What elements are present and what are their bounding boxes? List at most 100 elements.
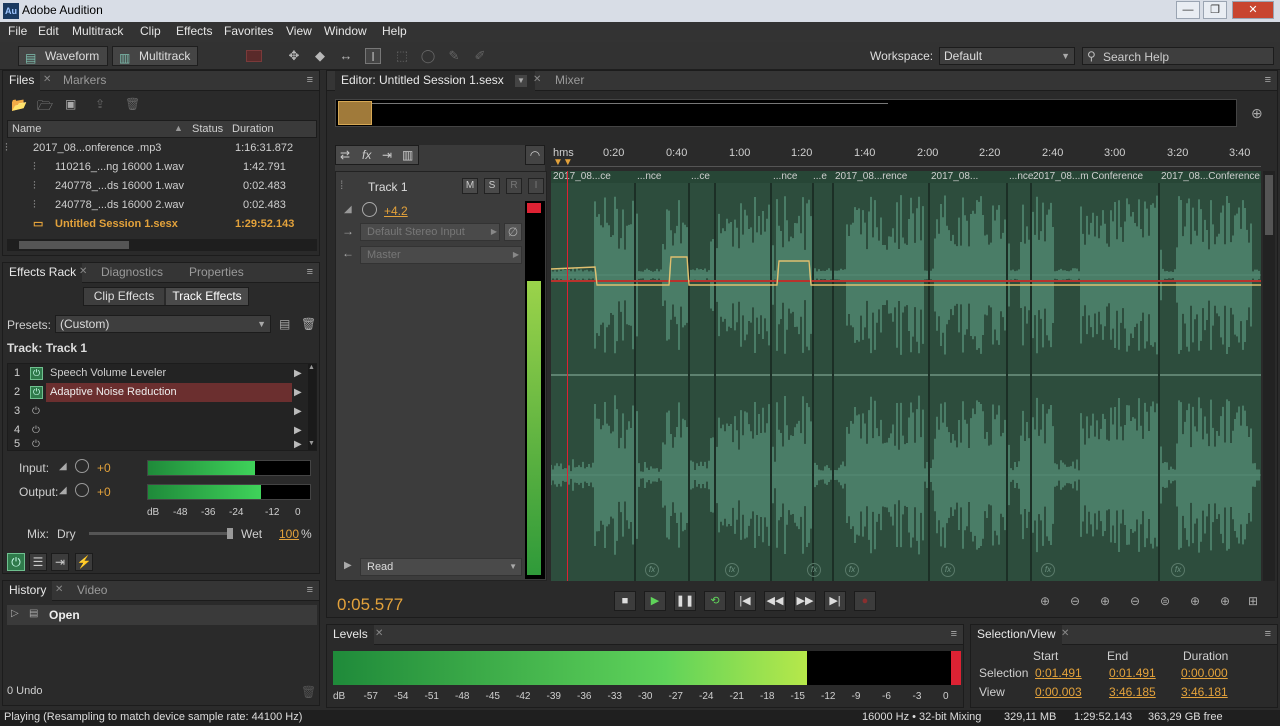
file-row[interactable]: ⫶ 240778_...ds 16000 2.wav 0:02.483	[33, 196, 317, 215]
solo-button[interactable]: S	[484, 178, 500, 194]
brush-tool-icon[interactable]: ✎	[446, 48, 462, 64]
clip-fx-icon[interactable]: fx	[645, 563, 659, 577]
automation-select[interactable]: Read ▼	[360, 558, 522, 576]
record-icon[interactable]	[246, 50, 262, 62]
playhead[interactable]	[567, 171, 568, 581]
headphones-icon[interactable]: ◠	[525, 145, 545, 165]
zoom-out-amplitude-icon[interactable]: ⊖	[1066, 594, 1084, 610]
skip-next-button[interactable]: ▶|	[824, 591, 846, 611]
minimize-button[interactable]: —	[1176, 1, 1200, 19]
play-arrow-icon[interactable]: ▶	[294, 383, 302, 402]
zoom-full-icon[interactable]: ⊜	[1156, 594, 1174, 610]
volume-knob[interactable]	[362, 202, 377, 217]
zoom-in-amplitude-icon[interactable]: ⊕	[1036, 594, 1054, 610]
multitrack-button[interactable]: ▥ Multitrack	[112, 46, 198, 66]
clip-fx-icon[interactable]: fx	[1171, 563, 1185, 577]
sends-icon[interactable]: ⇥	[382, 148, 392, 162]
track-effects-button[interactable]: Track Effects	[166, 288, 248, 305]
monitor-input-button[interactable]: I	[528, 178, 544, 194]
close-button[interactable]: ✕	[1232, 1, 1274, 19]
move-tool-icon[interactable]: ✥	[286, 48, 302, 64]
search-help-field[interactable]: ⚲ Search Help	[1082, 47, 1274, 65]
menu-multitrack[interactable]: Multitrack	[72, 24, 123, 38]
rack-list-icon[interactable]: ☰	[29, 553, 47, 571]
power-icon[interactable]: ⏻	[30, 367, 43, 380]
delete-icon[interactable]: 🗑	[125, 97, 140, 111]
clip-fx-icon[interactable]: fx	[941, 563, 955, 577]
clip-label[interactable]: 2017_08...	[931, 171, 978, 182]
clip-label[interactable]: ...nce	[637, 171, 661, 182]
col-status[interactable]: Status	[192, 123, 223, 135]
expand-icon[interactable]: ▶	[344, 560, 352, 571]
selection-start[interactable]: 0:01.491	[1035, 666, 1082, 680]
file-row[interactable]: ⫶ 2017_08...onference .mp3 1:16:31.872	[5, 139, 317, 158]
file-row-session[interactable]: ▭ Untitled Session 1.sesx 1:29:52.143	[33, 215, 317, 234]
rack-insert-icon[interactable]: ⇥	[51, 553, 69, 571]
clip-fx-icon[interactable]: fx	[1041, 563, 1055, 577]
record-arm-button[interactable]: R	[506, 178, 522, 194]
selection-end[interactable]: 0:01.491	[1109, 666, 1156, 680]
effect-slot[interactable]: 2 ⏻ Adaptive Noise Reduction ▶	[8, 383, 308, 402]
view-end[interactable]: 3:46.185	[1109, 685, 1156, 699]
tab-properties[interactable]: Properties	[183, 263, 250, 283]
close-icon[interactable]: ✕	[79, 266, 87, 277]
col-name[interactable]: Name	[12, 123, 41, 135]
close-icon[interactable]: ✕	[55, 584, 63, 595]
rack-apply-icon[interactable]: ⚡	[75, 553, 93, 571]
menu-clip[interactable]: Clip	[140, 24, 161, 38]
play-arrow-icon[interactable]: ▶	[294, 438, 302, 450]
menu-favorites[interactable]: Favorites	[224, 24, 273, 38]
clip-fx-icon[interactable]: fx	[845, 563, 859, 577]
close-icon[interactable]: ✕	[375, 628, 383, 639]
clip-label[interactable]: ...nce	[773, 171, 797, 182]
tab-video[interactable]: Video	[71, 581, 113, 601]
marquee-tool-icon[interactable]: ⬚	[394, 48, 410, 64]
menu-window[interactable]: Window	[324, 24, 367, 38]
panel-menu-icon[interactable]: ≡	[307, 584, 313, 596]
panel-menu-icon[interactable]: ≡	[307, 74, 313, 86]
tab-editor[interactable]: Editor: Untitled Session 1.sesx	[335, 71, 535, 91]
skip-previous-button[interactable]: |◀	[734, 591, 756, 611]
tab-files[interactable]: Files	[3, 71, 41, 91]
clip-effects-button[interactable]: Clip Effects	[84, 288, 164, 305]
selection-duration[interactable]: 0:00.000	[1181, 666, 1228, 680]
zoom-selection-icon[interactable]: ⊞	[1244, 594, 1262, 610]
files-scrollbar[interactable]	[7, 239, 317, 251]
menu-edit[interactable]: Edit	[38, 24, 59, 38]
chevron-down-icon[interactable]: ▼	[515, 75, 527, 87]
clip-fx-icon[interactable]: fx	[725, 563, 739, 577]
clip-fx-icon[interactable]: fx	[807, 563, 821, 577]
zoom-out-time-icon[interactable]: ⊖	[1126, 594, 1144, 610]
play-arrow-icon[interactable]: ▶	[294, 364, 302, 383]
tab-effects-rack[interactable]: Effects Rack	[3, 263, 83, 283]
clip-label[interactable]: 2017_08...m Conference	[1033, 171, 1143, 182]
drag-handle-icon[interactable]: ⁞	[340, 178, 343, 192]
tab-levels[interactable]: Levels	[327, 625, 374, 645]
panel-menu-icon[interactable]: ≡	[951, 628, 957, 640]
phase-icon[interactable]: ∅	[504, 223, 522, 241]
input-select[interactable]: Default Stereo Input ▶	[360, 223, 500, 241]
panel-menu-icon[interactable]: ≡	[1265, 74, 1271, 86]
zoom-in-time-icon[interactable]: ⊕	[1096, 594, 1114, 610]
close-icon[interactable]: ✕	[1061, 628, 1069, 639]
menu-view[interactable]: View	[286, 24, 312, 38]
fast-forward-button[interactable]: ▶▶	[794, 591, 816, 611]
waveform-button[interactable]: ▤ Waveform	[18, 46, 108, 66]
clip-label[interactable]: 2017_08...Conference	[1161, 171, 1260, 182]
clip-label[interactable]: ...ce	[691, 171, 710, 182]
mute-button[interactable]: M	[462, 178, 478, 194]
fx-icon[interactable]: fx	[362, 148, 371, 162]
presets-select[interactable]: (Custom) ▼	[55, 315, 271, 333]
rewind-button[interactable]: ◀◀	[764, 591, 786, 611]
power-icon[interactable]: ⏻	[32, 438, 40, 450]
output-value[interactable]: +0	[97, 485, 111, 499]
power-icon[interactable]: ⏻	[32, 402, 40, 421]
tab-selection-view[interactable]: Selection/View	[971, 625, 1062, 645]
playhead-marker-icon[interactable]: ▼▼	[553, 157, 573, 168]
track-waveform-area[interactable]: 2017_08...ce ...nce ...ce ...nce ...e 20…	[551, 171, 1261, 581]
mix-slider[interactable]	[89, 528, 233, 539]
history-item[interactable]: ▷ ▤ Open	[7, 605, 317, 625]
scroll-up-icon[interactable]: ▲	[308, 364, 315, 371]
record-button[interactable]: ●	[854, 591, 876, 611]
play-arrow-icon[interactable]: ▶	[294, 402, 302, 421]
